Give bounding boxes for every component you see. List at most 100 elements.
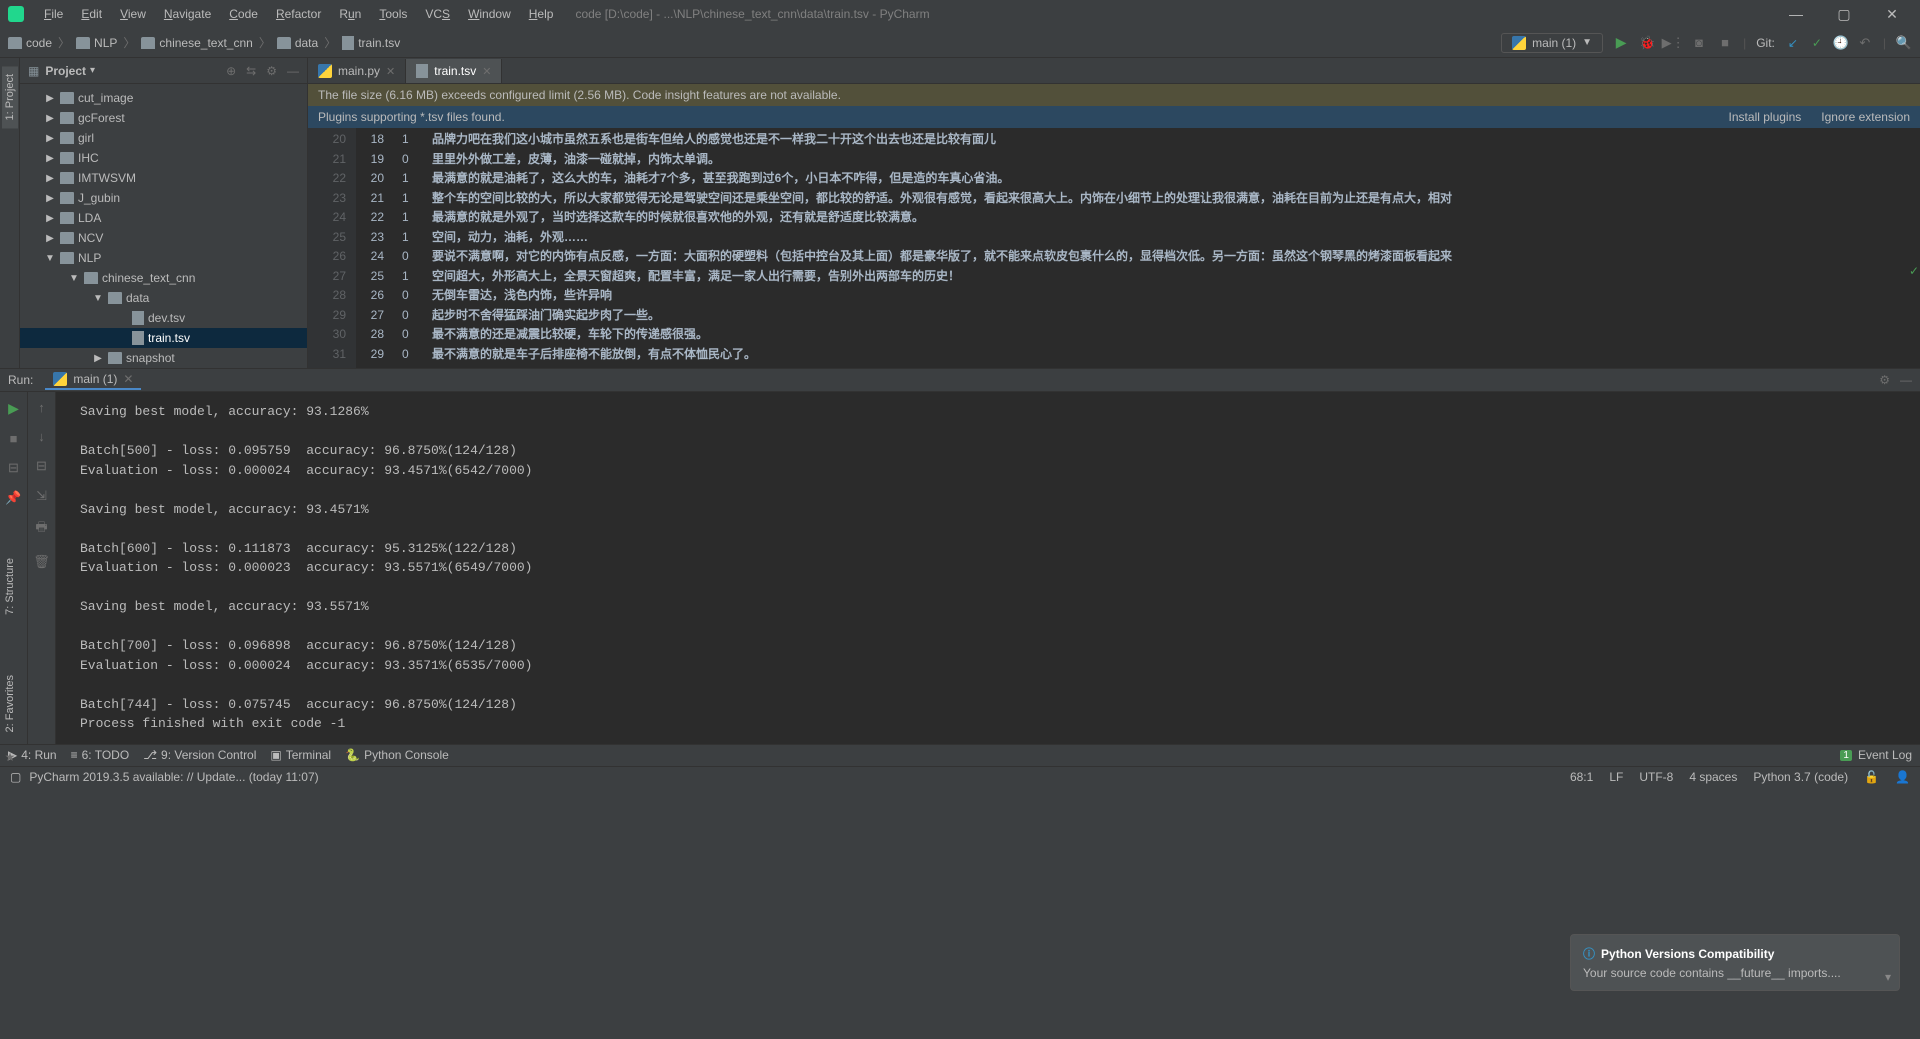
run-coverage-button[interactable]: ▶⋮ <box>1665 35 1681 51</box>
menu-view[interactable]: View <box>112 5 154 23</box>
tree-item-LDA[interactable]: ▶LDA <box>20 208 307 228</box>
project-tree[interactable]: ▶cut_image▶gcForest▶girl▶IHC▶IMTWSVM▶J_g… <box>20 84 307 368</box>
tree-item-chinese_text_cnn[interactable]: ▼chinese_text_cnn <box>20 268 307 288</box>
crumb-nlp[interactable]: NLP <box>76 36 117 50</box>
tree-arrow-icon[interactable]: ▶ <box>44 173 56 184</box>
menu-window[interactable]: Window <box>460 5 519 23</box>
menu-edit[interactable]: Edit <box>73 5 110 23</box>
tree-arrow-icon[interactable]: ▼ <box>92 293 104 304</box>
status-message[interactable]: PyCharm 2019.3.5 available: // Update...… <box>29 770 318 784</box>
cursor-position[interactable]: 68:1 <box>1570 770 1593 784</box>
star-icon[interactable]: ★ <box>5 750 16 764</box>
sidebar-tab-project[interactable]: 1: Project <box>2 66 18 128</box>
down-icon[interactable]: ↓ <box>38 429 45 444</box>
tree-item-gcForest[interactable]: ▶gcForest <box>20 108 307 128</box>
line-separator[interactable]: LF <box>1609 770 1623 784</box>
menu-refactor[interactable]: Refactor <box>268 5 329 23</box>
print-icon[interactable]: 🖶 <box>35 518 47 540</box>
tab-train-tsv[interactable]: train.tsv ✕ <box>406 59 502 83</box>
tab-main-py[interactable]: main.py ✕ <box>308 59 406 83</box>
inspector-icon[interactable]: 👤 <box>1895 770 1910 784</box>
menu-tools[interactable]: Tools <box>371 5 415 23</box>
tree-item-girl[interactable]: ▶girl <box>20 128 307 148</box>
tree-arrow-icon[interactable]: ▶ <box>44 193 56 204</box>
crumb-data[interactable]: data <box>277 36 318 50</box>
console-output[interactable]: Saving best model, accuracy: 93.1286% Ba… <box>56 392 1920 744</box>
menu-vcs[interactable]: VCS <box>417 5 458 23</box>
menu-code[interactable]: Code <box>221 5 266 23</box>
tree-arrow-icon[interactable]: ▶ <box>44 233 56 244</box>
chevron-down-icon[interactable]: ▾ <box>1885 970 1891 984</box>
tree-arrow-icon[interactable]: ▶ <box>44 93 56 104</box>
chevron-down-icon[interactable]: ▾ <box>90 65 95 76</box>
bottom-tab-pyconsole[interactable]: 🐍 Python Console <box>345 748 449 762</box>
target-icon[interactable]: ⊕ <box>226 64 236 78</box>
debug-button[interactable]: 🐞 <box>1639 35 1655 51</box>
search-icon[interactable]: 🔍 <box>1896 35 1912 51</box>
bottom-tab-terminal[interactable]: ▣ Terminal <box>270 748 331 762</box>
code-area[interactable]: 202122232425262728293031 181品牌力吧在我们这小城市虽… <box>308 128 1920 368</box>
gear-icon[interactable]: ⚙ <box>1879 373 1890 387</box>
tree-item-J_gubin[interactable]: ▶J_gubin <box>20 188 307 208</box>
tree-item-IHC[interactable]: ▶IHC <box>20 148 307 168</box>
tree-arrow-icon[interactable]: ▶ <box>44 113 56 124</box>
sidebar-tab-structure[interactable]: 7: Structure <box>2 550 18 623</box>
menu-run[interactable]: Run <box>331 5 369 23</box>
maximize-button[interactable]: ▢ <box>1824 4 1864 24</box>
tree-item-IMTWSVM[interactable]: ▶IMTWSVM <box>20 168 307 188</box>
status-icon[interactable]: ▢ <box>10 770 21 784</box>
project-dropdown-icon[interactable]: ▦ <box>28 64 39 78</box>
crumb-ctc[interactable]: chinese_text_cnn <box>141 36 252 50</box>
history-icon[interactable]: 🕘 <box>1833 35 1849 51</box>
crumb-file[interactable]: train.tsv <box>342 36 400 50</box>
stop-button[interactable]: ■ <box>1717 35 1733 51</box>
run-tab[interactable]: main (1) ✕ <box>45 370 141 390</box>
tree-arrow-icon[interactable]: ▶ <box>44 153 56 164</box>
install-plugins-link[interactable]: Install plugins <box>1729 110 1802 124</box>
gear-icon[interactable]: ⚙ <box>266 64 277 78</box>
tree-item-NLP[interactable]: ▼NLP <box>20 248 307 268</box>
tree-item-snapshot[interactable]: ▶snapshot <box>20 348 307 368</box>
close-icon[interactable]: ✕ <box>482 65 491 78</box>
menu-navigate[interactable]: Navigate <box>156 5 219 23</box>
lock-icon[interactable]: 🔓 <box>1864 770 1879 784</box>
tree-item-data[interactable]: ▼data <box>20 288 307 308</box>
update-project-icon[interactable]: ↙ <box>1785 35 1801 51</box>
bottom-tab-vcs[interactable]: ⎇ 9: Version Control <box>143 748 256 762</box>
close-icon[interactable]: ✕ <box>386 65 395 78</box>
scroll-icon[interactable]: ⇲ <box>36 488 47 504</box>
up-icon[interactable]: ↑ <box>38 400 45 415</box>
notification-popup[interactable]: ⓘPython Versions Compatibility Your sour… <box>1570 934 1900 991</box>
menu-file[interactable]: File <box>36 5 71 23</box>
indent[interactable]: 4 spaces <box>1689 770 1737 784</box>
tree-arrow-icon[interactable]: ▶ <box>92 353 104 364</box>
tree-arrow-icon[interactable]: ▶ <box>44 213 56 224</box>
tree-arrow-icon[interactable]: ▼ <box>68 273 80 284</box>
profile-button[interactable]: ◙ <box>1691 35 1707 51</box>
sidebar-tab-favorites[interactable]: 2: Favorites <box>2 667 18 740</box>
tree-item-dev-tsv[interactable]: dev.tsv <box>20 308 307 328</box>
interpreter[interactable]: Python 3.7 (code) <box>1753 770 1848 784</box>
run-config-selector[interactable]: main (1) ▼ <box>1501 33 1603 53</box>
close-window-button[interactable]: ✕ <box>1872 4 1912 24</box>
tree-arrow-icon[interactable]: ▶ <box>44 133 56 144</box>
hide-panel-icon[interactable]: — <box>1900 373 1912 387</box>
close-icon[interactable]: ✕ <box>123 372 133 386</box>
minimize-button[interactable]: — <box>1776 4 1816 24</box>
tree-item-train-tsv[interactable]: train.tsv <box>20 328 307 348</box>
ignore-extension-link[interactable]: Ignore extension <box>1821 110 1910 124</box>
wrap-icon[interactable]: ⊟ <box>36 458 47 474</box>
collapse-icon[interactable]: ⇆ <box>246 64 256 78</box>
run-button[interactable]: ▶ <box>1613 35 1629 51</box>
tree-item-NCV[interactable]: ▶NCV <box>20 228 307 248</box>
menu-help[interactable]: Help <box>521 5 562 23</box>
crumb-code[interactable]: code <box>8 36 52 50</box>
hide-panel-icon[interactable]: — <box>287 64 299 78</box>
tree-item-cut_image[interactable]: ▶cut_image <box>20 88 307 108</box>
encoding[interactable]: UTF-8 <box>1639 770 1673 784</box>
code-body[interactable]: 181品牌力吧在我们这小城市虽然五系也是街车但给人的感觉也还是不一样我二十开这个… <box>356 128 1920 368</box>
tree-arrow-icon[interactable]: ▼ <box>44 253 56 264</box>
clear-icon[interactable]: 🗑 <box>33 554 50 570</box>
commit-icon[interactable]: ✓ <box>1809 35 1825 51</box>
bottom-tab-todo[interactable]: ≡ 6: TODO <box>71 748 130 762</box>
